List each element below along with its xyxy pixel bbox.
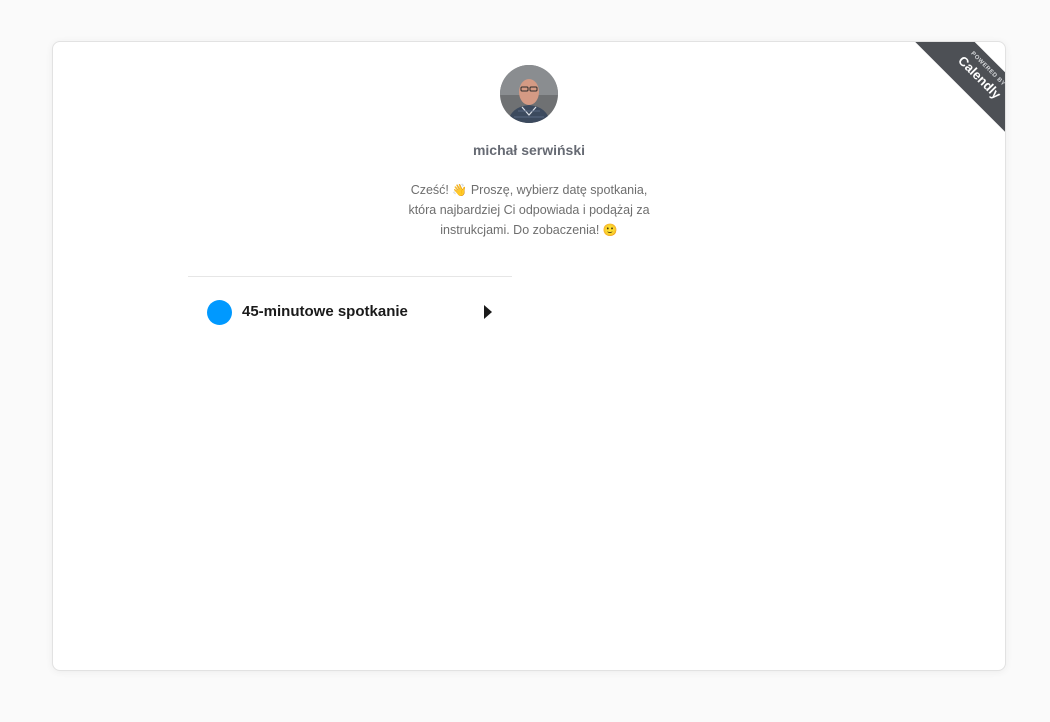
smile-icon: 🙂 (602, 223, 618, 237)
welcome-message: Cześć! 👋 Proszę, wybierz datę spotkania,… (379, 180, 679, 240)
badge-brand: Calendly (955, 52, 1005, 102)
welcome-text-2: która najbardziej Ci odpowiada i podążaj… (408, 203, 650, 217)
avatar-image (500, 65, 558, 123)
caret-right-icon (484, 305, 492, 319)
waving-hand-icon: 👋 (452, 183, 468, 197)
badge-ribbon[interactable]: POWERED BY Calendly (910, 42, 1005, 138)
welcome-text-1: Cześć! (410, 183, 453, 197)
event-list-divider (188, 276, 512, 277)
event-color-dot (207, 300, 232, 325)
avatar (500, 65, 558, 123)
welcome-text-3: instrukcjami. Do zobaczenia! (440, 223, 603, 237)
event-type-45-min[interactable]: 45-minutowe spotkanie (188, 288, 512, 338)
event-type-label: 45-minutowe spotkanie (242, 303, 408, 320)
powered-by-calendly-badge[interactable]: POWERED BY Calendly (910, 42, 1005, 138)
owner-name: michał serwiński (472, 142, 586, 158)
welcome-text-1b: Proszę, wybierz datę spotkania, (467, 183, 648, 197)
booking-card: michał serwiński Cześć! 👋 Proszę, wybier… (52, 41, 1006, 671)
